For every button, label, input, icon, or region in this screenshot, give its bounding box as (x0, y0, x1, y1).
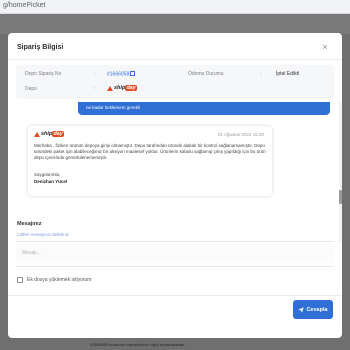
depot-separator: : (94, 86, 96, 92)
order-no-label: Depo Sipariş No (25, 71, 62, 77)
order-no-link[interactable]: #1666058 (107, 71, 136, 78)
attach-file-label[interactable]: Ek dosya yüklemėk istiyorum (27, 277, 91, 283)
order-info-panel: Depo Sipariş No : #1666058 Ödeme Durumu … (16, 65, 334, 99)
page-header-behind (0, 14, 350, 34)
footer-divider (8, 295, 342, 296)
user-message-bubble: ne kadar beklemem gerekli (78, 102, 330, 115)
reply-greeting: Saygılarımla, (34, 172, 61, 177)
shipday-logo: ship day (107, 85, 137, 91)
scrollbar-thumb[interactable] (339, 190, 342, 204)
reply-date: 01 Ağustos 2024 15:30 (217, 132, 264, 137)
order-no-value[interactable]: #1666058 (107, 72, 129, 78)
message-input[interactable] (16, 243, 334, 263)
page-bottom-text: #1666058 numaralı siparişinizle ilgili d… (90, 342, 185, 347)
modal-title: Sipariş Bilgisi (17, 44, 64, 51)
shipday-logo: ship day (34, 131, 64, 137)
compose-label: Mesajınız (17, 221, 42, 227)
attach-file-checkbox[interactable] (17, 277, 23, 283)
payment-status-value: İptal Edildi (276, 71, 300, 77)
order-no-separator: : (94, 71, 96, 77)
compose-divider (16, 241, 334, 242)
shipday-mark-icon (107, 85, 113, 91)
title-divider (8, 59, 342, 60)
browser-bar: g/homePicket (0, 0, 350, 14)
address-bar[interactable]: g/homePicket (3, 2, 45, 9)
payment-status-separator: : (260, 71, 262, 77)
user-message-text: ne kadar beklemem gerekli (86, 105, 141, 110)
send-icon (298, 306, 305, 313)
reply-signature: Denizhan Yücel (34, 179, 68, 184)
depot-label: Depo (25, 86, 37, 92)
close-icon[interactable]: × (320, 42, 330, 52)
reply-body: Merhaba , fiziken ürünün depoya girişi o… (34, 143, 266, 161)
thread-scrollbar[interactable] (339, 102, 342, 242)
message-thread[interactable]: ne kadar beklemem gerekli ship day 01 Ağ… (16, 102, 342, 242)
order-info-modal: Sipariş Bilgisi × Depo Sipariş No : #166… (8, 33, 342, 338)
input-underline (16, 266, 334, 267)
payment-status-label: Ödeme Durumu (188, 71, 224, 77)
reply-button[interactable]: Cevapla (293, 300, 333, 319)
shipday-mark-icon (34, 131, 40, 137)
external-link-icon[interactable] (130, 71, 136, 76)
depot-reply-card: ship day 01 Ağustos 2024 15:30 Merhaba ,… (28, 126, 272, 196)
reply-button-label: Cevapla (306, 306, 328, 313)
compose-hint: Lütfen mesajınızı belirtiniz. (17, 232, 71, 237)
